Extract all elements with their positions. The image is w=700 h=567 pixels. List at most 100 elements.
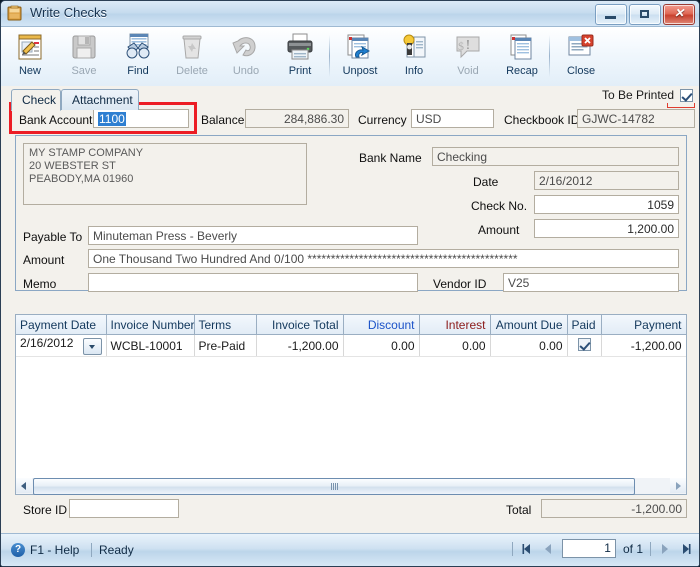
undo-arrow-icon [219, 30, 273, 64]
balance-value: 284,886.30 [245, 109, 349, 128]
scrollbar-grip [331, 483, 338, 490]
cell-paid[interactable] [567, 334, 602, 357]
to-be-printed-highlight [667, 103, 695, 108]
currency-label: Currency [358, 113, 407, 127]
toolbar-item-label: Recap [506, 65, 538, 77]
cell-payment[interactable]: -1,200.00 [601, 334, 686, 357]
toolbar-item-label: Void [457, 65, 479, 77]
amount-words-input[interactable]: One Thousand Two Hundred And 0/100 *****… [88, 249, 679, 268]
column-header-invoice-total[interactable]: Invoice Total [256, 315, 344, 335]
scrollbar-thumb[interactable] [33, 478, 635, 495]
next-record-button[interactable] [658, 542, 672, 556]
toolbar-recap-button[interactable]: Recap [495, 30, 549, 83]
toolbar-new-button[interactable]: New [3, 30, 57, 83]
memo-input[interactable] [88, 273, 418, 292]
help-area[interactable]: ? F1 - Help [11, 543, 79, 557]
scroll-left-arrow-icon[interactable] [16, 478, 32, 493]
last-record-button[interactable] [679, 542, 693, 556]
column-header-discount[interactable]: Discount [343, 315, 420, 335]
tab-label: Attachment [72, 93, 133, 107]
first-record-button[interactable] [520, 542, 534, 556]
cell-payment-date[interactable]: 2/16/2012 [16, 334, 107, 357]
svg-text:$: $ [458, 39, 464, 53]
date-label: Date [473, 175, 499, 189]
recap-pages-icon [495, 30, 549, 64]
cell-discount[interactable]: 0.00 [343, 334, 420, 357]
bank-name-value: Checking [432, 147, 679, 166]
column-header-payment[interactable]: Payment [601, 315, 686, 335]
column-header-paid[interactable]: Paid [567, 315, 602, 335]
toolbar-item-label: Delete [176, 65, 208, 77]
currency-input[interactable]: USD [411, 109, 494, 128]
toolbar-print-button[interactable]: Print [273, 30, 327, 83]
toolbar-item-label: Undo [232, 65, 260, 77]
page-number-input[interactable]: 1 [561, 539, 616, 558]
cell-amount-due[interactable]: 0.00 [490, 334, 568, 357]
toolbar-item-label: Close [566, 65, 596, 77]
grid-horizontal-scrollbar[interactable] [15, 478, 687, 495]
payment-table: Payment Date Invoice Number Terms Invoic… [16, 315, 686, 357]
toolbar-item-label: Find [127, 65, 149, 77]
toolbar-void-button[interactable]: ! $ Void [441, 30, 495, 83]
scroll-right-arrow-icon[interactable] [670, 478, 686, 493]
amount-input[interactable]: 1,200.00 [534, 219, 679, 238]
toolbar-undo-button[interactable]: Undo [219, 30, 273, 83]
close-button[interactable]: ✕ [663, 4, 695, 25]
client-area: To Be Printed Check Attachment Bank Acco… [1, 86, 699, 534]
minimize-button[interactable] [595, 4, 627, 25]
column-header-invoice-number[interactable]: Invoice Number [106, 315, 195, 335]
cell-invoice-total[interactable]: -1,200.00 [256, 334, 344, 357]
toolbar-info-button[interactable]: Info [387, 30, 441, 83]
column-header-interest[interactable]: Interest [419, 315, 491, 335]
cell-invoice-number[interactable]: WCBL-10001 [106, 334, 195, 357]
tab-label: Check [22, 93, 57, 107]
toolbar-find-button[interactable]: Find [111, 30, 165, 83]
document-window-icon [7, 5, 24, 22]
address-line-3: PEABODY,MA 01960 [29, 173, 134, 185]
close-window-icon [554, 30, 608, 64]
checkbook-id-value: GJWC-14782 [577, 109, 695, 128]
trash-can-icon [165, 30, 219, 64]
toolbar-item-label: Print [288, 65, 312, 77]
vendor-id-input[interactable]: V25 [503, 273, 679, 292]
chevron-down-icon[interactable] [82, 338, 102, 355]
toolbar-item-label: Info [404, 65, 424, 77]
to-be-printed-control[interactable]: To Be Printed [602, 88, 693, 102]
record-navigator: 1 of 1 [511, 539, 693, 558]
maximize-button[interactable] [629, 4, 661, 25]
nav-divider-right [650, 541, 651, 556]
paid-checkbox[interactable] [577, 337, 591, 351]
void-stamp-icon: ! $ [441, 30, 495, 64]
column-header-payment-date[interactable]: Payment Date [16, 315, 107, 335]
checkbook-id-label: Checkbook ID [504, 113, 580, 127]
status-state: Ready [99, 543, 134, 557]
payable-to-label: Payable To [23, 230, 83, 244]
toolbar-close-button[interactable]: Close [554, 30, 608, 83]
status-divider-1 [91, 543, 92, 557]
window-controls: ✕ [595, 4, 695, 25]
column-header-amount-due[interactable]: Amount Due [490, 315, 568, 335]
write-checks-window: Write Checks ✕ New Save Find Delete Undo… [0, 0, 700, 567]
check-no-input[interactable]: 1059 [534, 195, 679, 214]
cell-interest[interactable]: 0.00 [419, 334, 491, 357]
payable-to-input[interactable]: Minuteman Press - Beverly [88, 226, 418, 245]
toolbar-separator-2 [549, 35, 550, 77]
page-of-label: of 1 [622, 541, 643, 556]
table-row[interactable]: 2/16/2012 WCBL-10001 Pre-Paid -1,200.00 … [16, 334, 686, 357]
toolbar-save-button[interactable]: Save [57, 30, 111, 83]
toolbar-unpost-button[interactable]: Unpost [333, 30, 387, 83]
column-header-terms[interactable]: Terms [194, 315, 257, 335]
store-id-input[interactable] [69, 499, 179, 518]
help-question-icon: ? [11, 543, 25, 557]
to-be-printed-checkbox[interactable] [680, 88, 693, 102]
tab-check[interactable]: Check [11, 89, 61, 111]
table-header-row: Payment Date Invoice Number Terms Invoic… [16, 315, 686, 335]
previous-record-button[interactable] [541, 542, 555, 556]
toolbar-delete-button[interactable]: Delete [165, 30, 219, 83]
payment-grid[interactable]: Payment Date Invoice Number Terms Invoic… [15, 314, 687, 484]
tab-attachment[interactable]: Attachment [61, 89, 139, 110]
cell-terms[interactable]: Pre-Paid [194, 334, 257, 357]
unpost-icon [333, 30, 387, 64]
toolbar: New Save Find Delete Undo Print Unpost I… [1, 27, 699, 87]
floppy-disk-icon [57, 30, 111, 64]
